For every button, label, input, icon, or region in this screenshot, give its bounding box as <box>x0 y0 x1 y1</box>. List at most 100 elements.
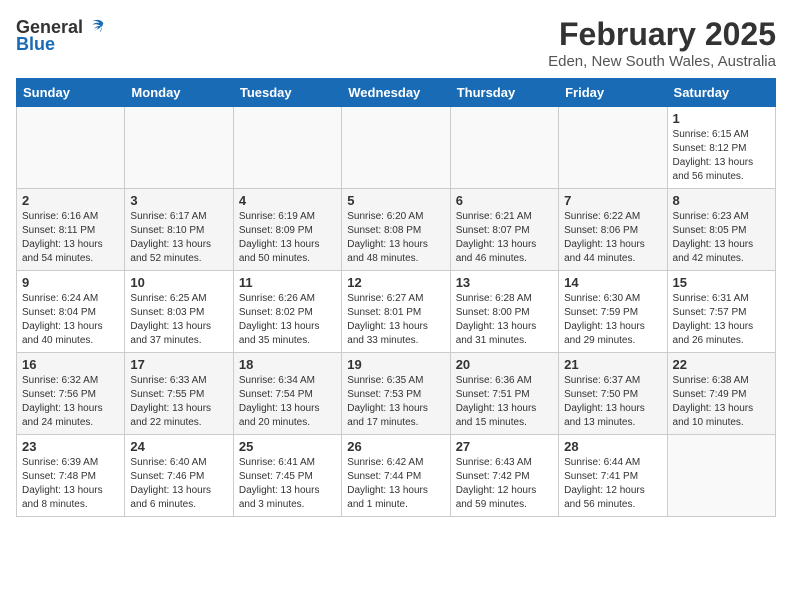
day-number: 21 <box>564 357 661 372</box>
calendar-day-cell: 25 Sunrise: 6:41 AM Sunset: 7:45 PM Dayli… <box>233 435 341 517</box>
day-number: 7 <box>564 193 661 208</box>
logo: General Blue <box>16 16 107 55</box>
calendar-day-cell <box>125 107 233 189</box>
day-number: 13 <box>456 275 553 290</box>
day-info: Sunrise: 6:32 AM Sunset: 7:56 PM Dayligh… <box>22 374 119 430</box>
day-info: Sunrise: 6:24 AM Sunset: 8:04 PM Dayligh… <box>22 292 119 348</box>
day-number: 25 <box>239 439 336 454</box>
calendar-day-cell <box>559 107 667 189</box>
day-number: 10 <box>130 275 227 290</box>
weekday-header-monday: Monday <box>125 79 233 107</box>
day-info: Sunrise: 6:34 AM Sunset: 7:54 PM Dayligh… <box>239 374 336 430</box>
day-info: Sunrise: 6:28 AM Sunset: 8:00 PM Dayligh… <box>456 292 553 348</box>
day-info: Sunrise: 6:31 AM Sunset: 7:57 PM Dayligh… <box>673 292 770 348</box>
day-number: 5 <box>347 193 444 208</box>
calendar-day-cell: 6 Sunrise: 6:21 AM Sunset: 8:07 PM Daylig… <box>450 189 558 271</box>
day-number: 6 <box>456 193 553 208</box>
calendar-day-cell: 28 Sunrise: 6:44 AM Sunset: 7:41 PM Dayli… <box>559 435 667 517</box>
day-info: Sunrise: 6:26 AM Sunset: 8:02 PM Dayligh… <box>239 292 336 348</box>
calendar-day-cell: 4 Sunrise: 6:19 AM Sunset: 8:09 PM Daylig… <box>233 189 341 271</box>
day-info: Sunrise: 6:25 AM Sunset: 8:03 PM Dayligh… <box>130 292 227 348</box>
weekday-header-wednesday: Wednesday <box>342 79 450 107</box>
calendar-day-cell: 3 Sunrise: 6:17 AM Sunset: 8:10 PM Daylig… <box>125 189 233 271</box>
calendar-day-cell: 7 Sunrise: 6:22 AM Sunset: 8:06 PM Daylig… <box>559 189 667 271</box>
calendar-day-cell <box>233 107 341 189</box>
calendar-week-row: 9 Sunrise: 6:24 AM Sunset: 8:04 PM Daylig… <box>17 271 776 353</box>
day-number: 17 <box>130 357 227 372</box>
page-header: General Blue February 2025 Eden, New Sou… <box>16 16 776 70</box>
day-info: Sunrise: 6:43 AM Sunset: 7:42 PM Dayligh… <box>456 456 553 512</box>
calendar-day-cell <box>342 107 450 189</box>
calendar-day-cell: 20 Sunrise: 6:36 AM Sunset: 7:51 PM Dayli… <box>450 353 558 435</box>
day-info: Sunrise: 6:20 AM Sunset: 8:08 PM Dayligh… <box>347 210 444 266</box>
calendar-day-cell: 14 Sunrise: 6:30 AM Sunset: 7:59 PM Dayli… <box>559 271 667 353</box>
calendar-day-cell: 24 Sunrise: 6:40 AM Sunset: 7:46 PM Dayli… <box>125 435 233 517</box>
weekday-header-saturday: Saturday <box>667 79 775 107</box>
calendar-day-cell: 5 Sunrise: 6:20 AM Sunset: 8:08 PM Daylig… <box>342 189 450 271</box>
day-number: 24 <box>130 439 227 454</box>
day-number: 2 <box>22 193 119 208</box>
day-info: Sunrise: 6:19 AM Sunset: 8:09 PM Dayligh… <box>239 210 336 266</box>
calendar-day-cell: 9 Sunrise: 6:24 AM Sunset: 8:04 PM Daylig… <box>17 271 125 353</box>
calendar-day-cell: 13 Sunrise: 6:28 AM Sunset: 8:00 PM Dayli… <box>450 271 558 353</box>
day-number: 8 <box>673 193 770 208</box>
day-info: Sunrise: 6:44 AM Sunset: 7:41 PM Dayligh… <box>564 456 661 512</box>
calendar-week-row: 16 Sunrise: 6:32 AM Sunset: 7:56 PM Dayli… <box>17 353 776 435</box>
weekday-header-row: SundayMondayTuesdayWednesdayThursdayFrid… <box>17 79 776 107</box>
calendar-week-row: 2 Sunrise: 6:16 AM Sunset: 8:11 PM Daylig… <box>17 189 776 271</box>
day-info: Sunrise: 6:41 AM Sunset: 7:45 PM Dayligh… <box>239 456 336 512</box>
day-number: 3 <box>130 193 227 208</box>
calendar-week-row: 23 Sunrise: 6:39 AM Sunset: 7:48 PM Dayli… <box>17 435 776 517</box>
logo-blue: Blue <box>16 34 55 55</box>
day-number: 22 <box>673 357 770 372</box>
title-block: February 2025 Eden, New South Wales, Aus… <box>548 16 776 70</box>
calendar-day-cell: 22 Sunrise: 6:38 AM Sunset: 7:49 PM Dayli… <box>667 353 775 435</box>
day-info: Sunrise: 6:15 AM Sunset: 8:12 PM Dayligh… <box>673 128 770 184</box>
day-info: Sunrise: 6:17 AM Sunset: 8:10 PM Dayligh… <box>130 210 227 266</box>
calendar-day-cell: 21 Sunrise: 6:37 AM Sunset: 7:50 PM Dayli… <box>559 353 667 435</box>
calendar-day-cell <box>17 107 125 189</box>
weekday-header-tuesday: Tuesday <box>233 79 341 107</box>
day-info: Sunrise: 6:27 AM Sunset: 8:01 PM Dayligh… <box>347 292 444 348</box>
day-info: Sunrise: 6:21 AM Sunset: 8:07 PM Dayligh… <box>456 210 553 266</box>
day-number: 4 <box>239 193 336 208</box>
day-info: Sunrise: 6:35 AM Sunset: 7:53 PM Dayligh… <box>347 374 444 430</box>
day-info: Sunrise: 6:22 AM Sunset: 8:06 PM Dayligh… <box>564 210 661 266</box>
day-info: Sunrise: 6:38 AM Sunset: 7:49 PM Dayligh… <box>673 374 770 430</box>
calendar-day-cell: 15 Sunrise: 6:31 AM Sunset: 7:57 PM Dayli… <box>667 271 775 353</box>
day-info: Sunrise: 6:40 AM Sunset: 7:46 PM Dayligh… <box>130 456 227 512</box>
day-info: Sunrise: 6:39 AM Sunset: 7:48 PM Dayligh… <box>22 456 119 512</box>
day-info: Sunrise: 6:30 AM Sunset: 7:59 PM Dayligh… <box>564 292 661 348</box>
day-number: 26 <box>347 439 444 454</box>
day-number: 23 <box>22 439 119 454</box>
month-title: February 2025 <box>548 16 776 53</box>
day-number: 20 <box>456 357 553 372</box>
calendar-day-cell: 27Sunrise: 6:43 AM Sunset: 7:42 PM Dayli… <box>450 435 558 517</box>
calendar-day-cell: 18 Sunrise: 6:34 AM Sunset: 7:54 PM Dayli… <box>233 353 341 435</box>
day-number: 28 <box>564 439 661 454</box>
calendar-day-cell: 16 Sunrise: 6:32 AM Sunset: 7:56 PM Dayli… <box>17 353 125 435</box>
day-info: Sunrise: 6:36 AM Sunset: 7:51 PM Dayligh… <box>456 374 553 430</box>
weekday-header-friday: Friday <box>559 79 667 107</box>
day-number: 11 <box>239 275 336 290</box>
location-title: Eden, New South Wales, Australia <box>548 53 776 70</box>
calendar-day-cell: 1Sunrise: 6:15 AM Sunset: 8:12 PM Daylig… <box>667 107 775 189</box>
weekday-header-thursday: Thursday <box>450 79 558 107</box>
calendar-day-cell: 19Sunrise: 6:35 AM Sunset: 7:53 PM Dayli… <box>342 353 450 435</box>
calendar-day-cell: 12Sunrise: 6:27 AM Sunset: 8:01 PM Dayli… <box>342 271 450 353</box>
day-number: 16 <box>22 357 119 372</box>
logo-bird-icon <box>85 16 107 38</box>
day-info: Sunrise: 6:23 AM Sunset: 8:05 PM Dayligh… <box>673 210 770 266</box>
day-info: Sunrise: 6:42 AM Sunset: 7:44 PM Dayligh… <box>347 456 444 512</box>
day-info: Sunrise: 6:16 AM Sunset: 8:11 PM Dayligh… <box>22 210 119 266</box>
calendar-day-cell <box>450 107 558 189</box>
day-number: 15 <box>673 275 770 290</box>
day-info: Sunrise: 6:37 AM Sunset: 7:50 PM Dayligh… <box>564 374 661 430</box>
calendar-day-cell: 26 Sunrise: 6:42 AM Sunset: 7:44 PM Dayli… <box>342 435 450 517</box>
calendar-table: SundayMondayTuesdayWednesdayThursdayFrid… <box>16 78 776 517</box>
day-info: Sunrise: 6:33 AM Sunset: 7:55 PM Dayligh… <box>130 374 227 430</box>
day-number: 14 <box>564 275 661 290</box>
weekday-header-sunday: Sunday <box>17 79 125 107</box>
day-number: 9 <box>22 275 119 290</box>
day-number: 18 <box>239 357 336 372</box>
